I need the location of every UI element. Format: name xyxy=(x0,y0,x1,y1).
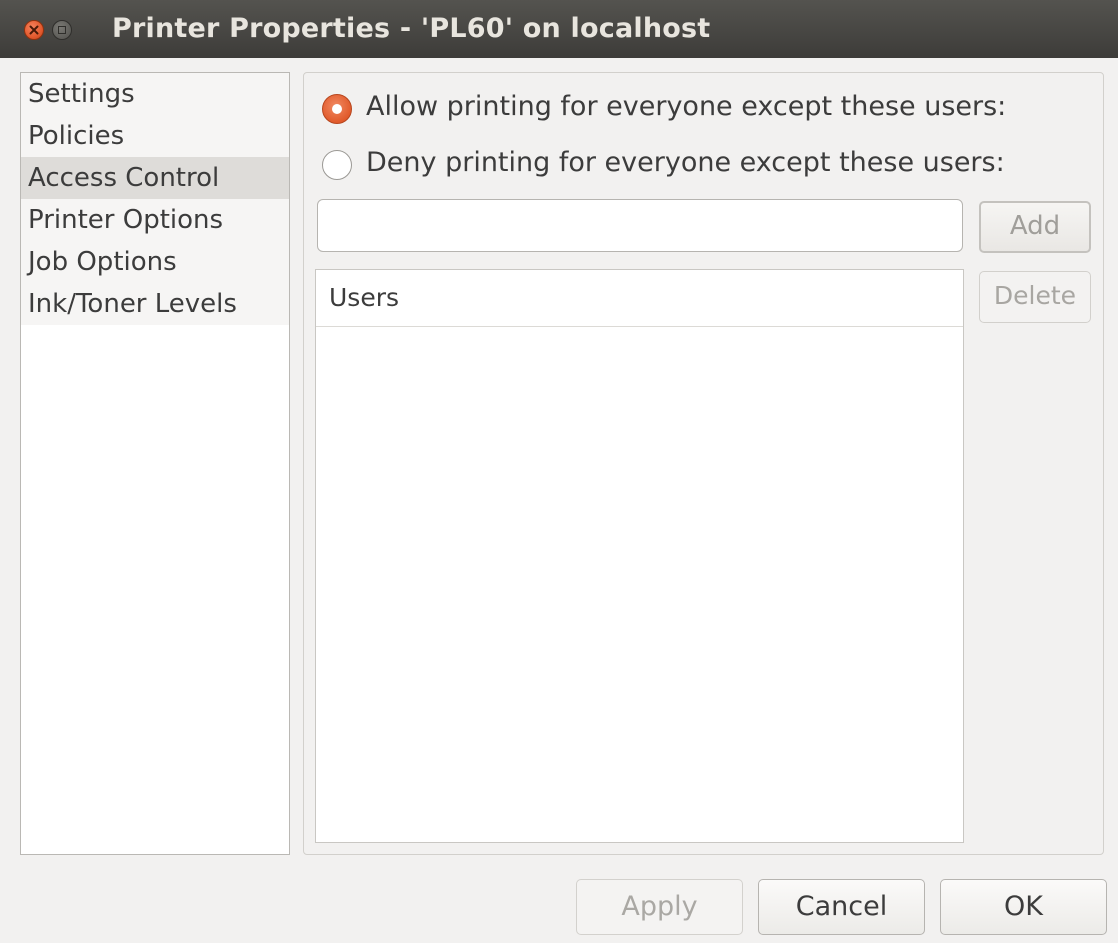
user-name-input[interactable] xyxy=(317,199,963,252)
sidebar-item-settings[interactable]: Settings xyxy=(21,73,289,115)
access-control-panel: Allow printing for everyone except these… xyxy=(303,72,1104,855)
sidebar-item-job-options[interactable]: Job Options xyxy=(21,241,289,283)
add-user-button[interactable]: Add xyxy=(979,201,1091,253)
radio-selected-dot xyxy=(332,104,342,114)
close-window-button[interactable] xyxy=(24,20,44,40)
users-column-header[interactable]: Users xyxy=(316,270,963,327)
users-list[interactable]: Users xyxy=(315,269,964,843)
sidebar-item-policies[interactable]: Policies xyxy=(21,115,289,157)
sidebar-list: Settings Policies Access Control Printer… xyxy=(21,73,289,325)
sidebar: Settings Policies Access Control Printer… xyxy=(20,72,290,855)
window-title: Printer Properties - 'PL60' on localhost xyxy=(112,13,711,44)
allow-radio-label[interactable]: Allow printing for everyone except these… xyxy=(366,91,1006,122)
title-bar: Printer Properties - 'PL60' on localhost xyxy=(0,0,1118,58)
apply-button[interactable]: Apply xyxy=(576,879,743,935)
delete-user-button[interactable]: Delete xyxy=(979,271,1091,323)
allow-radio-button[interactable] xyxy=(322,94,352,124)
deny-radio-button[interactable] xyxy=(322,150,352,180)
close-icon xyxy=(29,25,39,35)
sidebar-item-access-control[interactable]: Access Control xyxy=(21,157,289,199)
maximize-icon xyxy=(58,26,66,34)
deny-radio-label[interactable]: Deny printing for everyone except these … xyxy=(366,147,1005,178)
ok-button[interactable]: OK xyxy=(940,879,1107,935)
sidebar-item-printer-options[interactable]: Printer Options xyxy=(21,199,289,241)
cancel-button[interactable]: Cancel xyxy=(758,879,925,935)
maximize-window-button[interactable] xyxy=(52,20,72,40)
sidebar-item-ink-toner-levels[interactable]: Ink/Toner Levels xyxy=(21,283,289,325)
